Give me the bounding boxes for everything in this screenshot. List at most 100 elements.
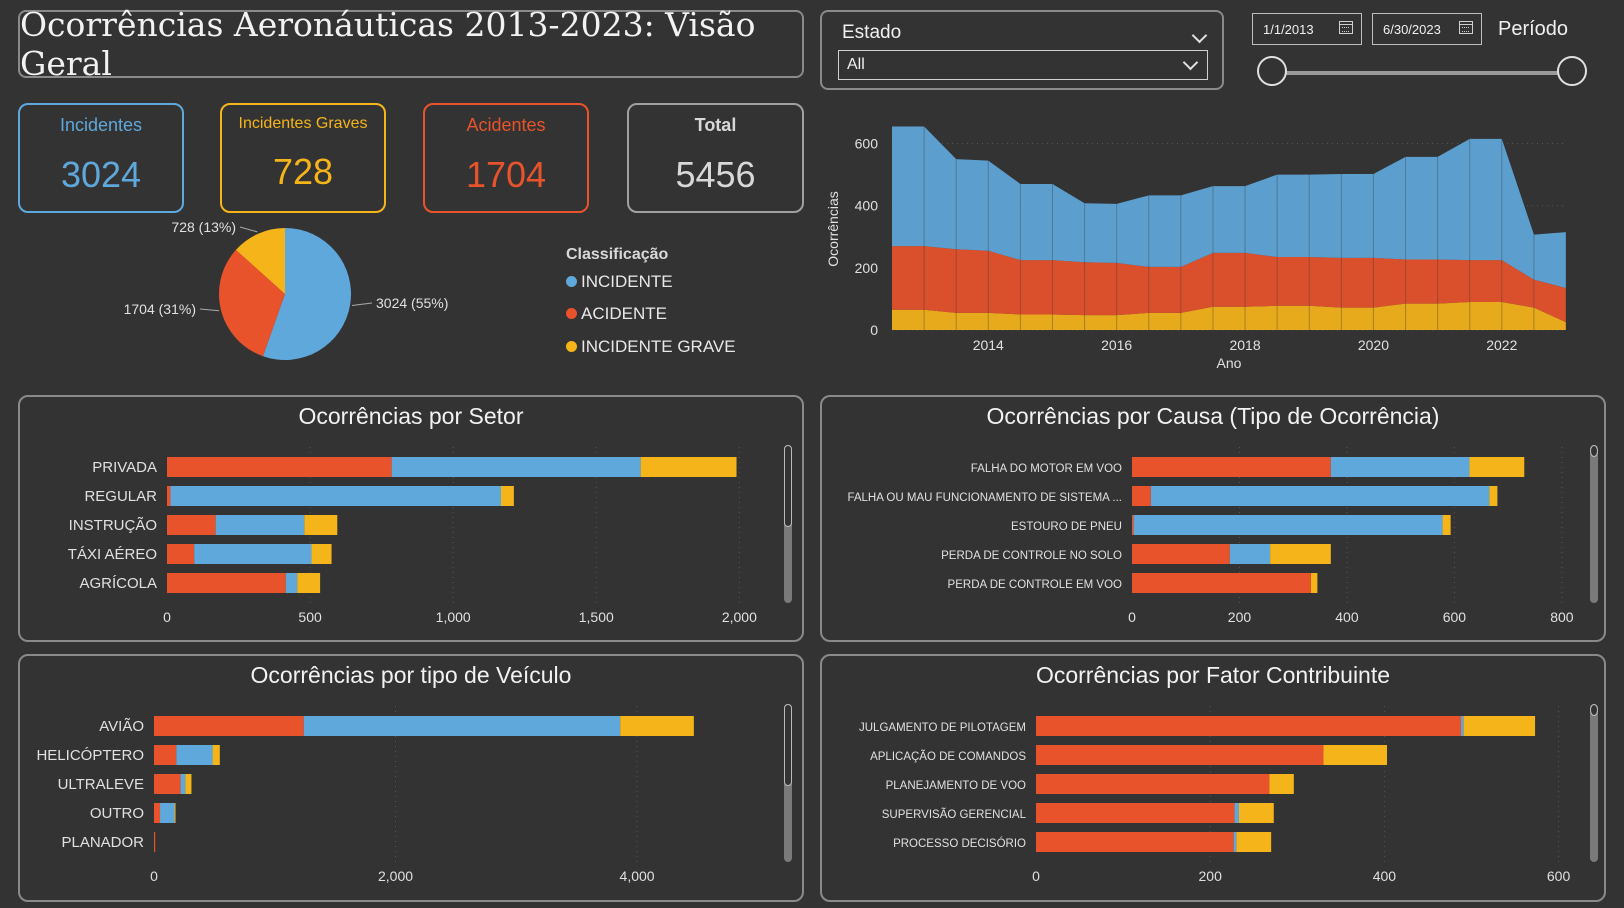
scrollbar[interactable] [1590, 445, 1598, 603]
classification-pie-chart[interactable]: 3024 (55%) 1704 (31%) 728 (13%) [100, 222, 500, 382]
chevron-down-icon[interactable] [1191, 27, 1208, 44]
legend-item-incidente[interactable]: INCIDENTE [566, 272, 673, 292]
bar-segment-incidente[interactable] [170, 486, 501, 506]
calendar-icon[interactable] [1339, 21, 1353, 34]
calendar-icon[interactable] [1459, 21, 1473, 34]
bar-segment-acidente[interactable] [167, 486, 171, 506]
bar-segment-incidente-grave[interactable] [1469, 457, 1525, 477]
bar-segment-incidente-grave[interactable] [1489, 486, 1498, 506]
bar-segment-incidente-grave[interactable] [1463, 716, 1536, 736]
bar-segment-incidente-grave[interactable] [297, 573, 321, 593]
bar-segment-incidente-grave[interactable] [174, 803, 176, 823]
bar-segment-incidente-grave[interactable] [1323, 745, 1387, 765]
scrollbar[interactable] [784, 445, 792, 603]
scrollbar-thumb[interactable] [784, 445, 792, 527]
setor-bar-chart[interactable]: 0 500 1,000 1,500 2,000 PRIVADA REGULAR INSTRUÇ… [20, 397, 802, 640]
setor-panel: Ocorrências por Setor 0 500 1,000 1,500 2,00… [18, 395, 804, 642]
category-label: FALHA DO MOTOR EM VOO [971, 463, 1122, 475]
bar-segment-acidente[interactable] [1036, 803, 1235, 823]
bar-segment-acidente[interactable] [1036, 832, 1234, 852]
y-tick-label: 0 [870, 322, 878, 338]
bar-segment-acidente[interactable] [167, 544, 195, 564]
bar-segment-incidente[interactable] [285, 573, 298, 593]
bar-segment-acidente[interactable] [154, 774, 181, 794]
bar-segment-incidente[interactable] [1229, 544, 1271, 564]
bar-segment-incidente-grave[interactable] [620, 716, 694, 736]
bar-segment-acidente[interactable] [154, 832, 156, 852]
bar-segment-incidente[interactable] [1233, 832, 1237, 852]
estado-select[interactable]: All [838, 50, 1208, 80]
legend-item-incidente-grave[interactable]: INCIDENTE GRAVE [566, 337, 736, 357]
bar-segment-acidente[interactable] [167, 515, 216, 535]
scrollbar[interactable] [1590, 704, 1598, 862]
pie-leader-line [239, 226, 258, 233]
date-start-input[interactable]: 1/1/2013 [1252, 13, 1362, 45]
bar-segment-incidente-grave[interactable] [311, 544, 332, 564]
category-label: PLANADOR [61, 834, 144, 851]
bar-segment-acidente[interactable] [1132, 457, 1331, 477]
bar-segment-incidente[interactable] [180, 774, 186, 794]
bar-segment-acidente[interactable] [1132, 573, 1311, 593]
bar-segment-incidente-grave[interactable] [500, 486, 514, 506]
bar-segment-incidente[interactable] [391, 457, 641, 477]
bar-segment-incidente-grave[interactable] [304, 515, 338, 535]
bar-segment-incidente-grave[interactable] [212, 745, 220, 765]
scrollbar[interactable] [784, 704, 792, 862]
bar-segment-acidente[interactable] [154, 745, 177, 765]
bar-segment-incidente[interactable] [215, 515, 305, 535]
bar-segment-incidente-grave[interactable] [185, 774, 192, 794]
bar-segment-incidente-grave[interactable] [640, 457, 737, 477]
scrollbar-thumb[interactable] [784, 704, 792, 786]
fator-bar-chart[interactable]: 0 200 400 600 JULGAMENTO DE PILOTAGEM APLICAÇ… [822, 656, 1604, 900]
category-label: AVIÃO [99, 718, 144, 735]
bar-segment-acidente[interactable] [1036, 774, 1270, 794]
bar-segment-incidente-grave[interactable] [1310, 573, 1318, 593]
bar-segment-acidente[interactable] [167, 573, 286, 593]
scrollbar-thumb[interactable] [1590, 704, 1598, 716]
page-title: Ocorrências Aeronáuticas 2013-2023: Visã… [20, 5, 756, 83]
bar-segment-incidente-grave[interactable] [1442, 515, 1451, 535]
bar-segment-incidente-grave[interactable] [1238, 803, 1274, 823]
period-slider-start-handle[interactable] [1257, 56, 1287, 86]
veiculo-bar-chart[interactable]: 0 2,000 4,000 AVIÃO HELICÓPTERO ULTRALEVE OUTR… [20, 656, 802, 900]
bar-segment-incidente[interactable] [1461, 716, 1464, 736]
estado-filter-label: Estado [842, 22, 902, 43]
bar-segment-incidente-grave[interactable] [1236, 832, 1272, 852]
period-slider-track[interactable] [1272, 71, 1572, 75]
bar-segment-acidente[interactable] [154, 716, 304, 736]
bar-segment-acidente[interactable] [1132, 515, 1134, 535]
occurrences-by-year-chart[interactable]: 0 200 400 600 2014 2016 2018 2020 2022 Ano Ocorrên… [820, 118, 1600, 380]
bar-segment-incidente[interactable] [1133, 515, 1443, 535]
date-end-input[interactable]: 6/30/2023 [1372, 13, 1482, 45]
y-tick-label: 200 [855, 260, 879, 276]
legend-item-acidente[interactable]: ACIDENTE [566, 304, 667, 324]
pie-data-label: 1704 (31%) [124, 301, 196, 317]
bar-segment-acidente[interactable] [167, 457, 392, 477]
x-tick-label: 0 [163, 609, 171, 625]
scrollbar-thumb[interactable] [1590, 445, 1598, 457]
bar-segment-incidente[interactable] [303, 716, 621, 736]
bar-segment-incidente[interactable] [1330, 457, 1470, 477]
bar-segment-incidente-grave[interactable] [1270, 544, 1331, 564]
bar-segment-incidente[interactable] [194, 544, 312, 564]
kpi-label: Acidentes [466, 115, 546, 135]
bar-segment-incidente[interactable] [160, 803, 175, 823]
bar-segment-acidente[interactable] [1132, 486, 1151, 506]
bar-segment-acidente[interactable] [1036, 716, 1462, 736]
bar-segment-acidente[interactable] [154, 803, 161, 823]
y-axis-label: Ocorrências [825, 191, 841, 266]
bar-segment-incidente[interactable] [1150, 486, 1490, 506]
legend-label: INCIDENTE GRAVE [581, 337, 736, 356]
bar-segment-incidente[interactable] [1234, 803, 1239, 823]
bar-segment-incidente-grave[interactable] [1269, 774, 1294, 794]
causa-bar-chart[interactable]: 0 200 400 600 800 FALHA DO MOTOR EM VOO FALHA … [822, 397, 1604, 640]
bar-segment-acidente[interactable] [1036, 745, 1324, 765]
x-tick-label: 2022 [1486, 337, 1517, 353]
pie-data-label: 728 (13%) [171, 222, 236, 235]
bar-segment-acidente[interactable] [1132, 544, 1230, 564]
kpi-label: Total [694, 115, 737, 135]
chevron-down-icon [1182, 54, 1199, 71]
x-tick-label: 4,000 [620, 868, 655, 884]
period-slider-end-handle[interactable] [1557, 56, 1587, 86]
bar-segment-incidente[interactable] [176, 745, 213, 765]
